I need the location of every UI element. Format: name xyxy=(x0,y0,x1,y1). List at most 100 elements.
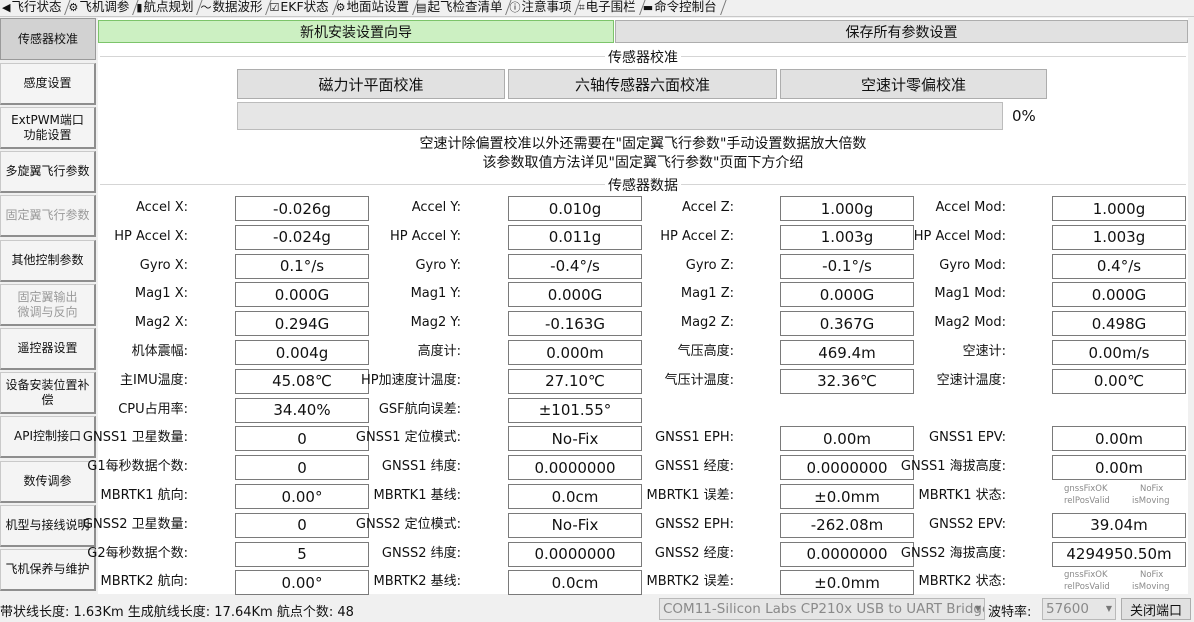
sensor-value: 0.000G xyxy=(1052,282,1186,308)
sensor-label: GNSS2 海拔高度: xyxy=(900,545,1006,561)
sensor-label: MBRTK2 航向: xyxy=(100,574,188,590)
rtk-flag-br: isMoving xyxy=(1132,496,1170,506)
checklist-icon: ☑ xyxy=(269,1,280,14)
terminal-icon: ▬ xyxy=(642,1,654,14)
sidebar-item-3[interactable]: 多旋翼飞行参数 xyxy=(0,151,96,193)
sensor-label: MBRTK1 航向: xyxy=(100,488,188,503)
sensor-label: G2每秒数据个数: xyxy=(87,545,188,561)
serial-port-value: COM11-Silicon Labs CP210x USB to UART Br… xyxy=(663,601,985,617)
sidebar-item-1[interactable]: 感度设置 xyxy=(0,63,96,105)
close-port-button[interactable]: 关闭端口 xyxy=(1121,598,1191,620)
setup-wizard-button[interactable]: 新机安装设置向导 xyxy=(98,20,614,43)
sensor-label: GSF航向误差: xyxy=(378,401,461,417)
fence-icon: ⌗ xyxy=(578,1,585,14)
tab-6[interactable]: ▤起飞检查清单 xyxy=(414,0,507,16)
sensor-label: GNSS2 经度: xyxy=(654,545,734,561)
settings-sidebar: 传感器校准 感度设置 ExtPWM端口 功能设置 多旋翼飞行参数 固定翼飞行参数 其他控制… xyxy=(0,18,96,594)
list-icon: ▤ xyxy=(416,1,427,14)
tab-9[interactable]: ▬命令控制台 xyxy=(641,0,722,16)
rtk-flag-bl: relPosValid xyxy=(1064,496,1110,506)
tab-label: 飞行状态 xyxy=(11,0,62,14)
sensor-label: Mag1 Z: xyxy=(680,286,734,302)
sensor-label: GNSS1 海拔高度: xyxy=(900,459,1006,475)
sensor-label: GNSS2 定位模式: xyxy=(355,516,461,532)
sensor-label: GNSS1 卫星数量: xyxy=(82,430,188,446)
tab-5[interactable]: ⚙地面站设置 xyxy=(334,0,414,16)
tab-label: 电子围栏 xyxy=(585,0,636,14)
sensor-label: HP Accel X: xyxy=(114,228,188,244)
six-axis-calibration-button[interactable]: 六轴传感器六面校准 xyxy=(508,69,777,99)
progress-percent: 0% xyxy=(1012,107,1036,125)
sensor-label: GNSS1 定位模式: xyxy=(355,430,461,446)
sensor-label: HP加速度计温度: xyxy=(361,372,461,388)
rtk-status-flags: gnssFixOK NoFix relPosValid isMoving xyxy=(1052,484,1186,509)
sensor-label: Mag2 Y: xyxy=(410,315,461,331)
sensor-label: Mag2 Mod: xyxy=(934,315,1006,331)
sidebar-item-2[interactable]: ExtPWM端口 功能设置 xyxy=(0,107,96,149)
tab-label: 数据波形 xyxy=(212,0,263,14)
sensor-value: 4294950.50m xyxy=(1052,541,1186,567)
sensor-value: 0.00m xyxy=(1052,455,1186,481)
serial-port-select[interactable]: COM11-Silicon Labs CP210x USB to UART Br… xyxy=(659,598,985,620)
sensor-calibration-panel: 新机安装设置向导 保存所有参数设置 传感器校准 磁力计平面校准 六轴传感器六面校… xyxy=(83,18,1188,596)
sensor-label: MBRTK2 基线: xyxy=(373,574,461,590)
sensor-label: GNSS1 纬度: xyxy=(381,459,461,475)
sidebar-item-label: 多旋翼飞行参数 xyxy=(5,164,90,178)
sensor-label: MBRTK1 误差: xyxy=(646,488,734,503)
rtk-status-flags: gnssFixOK NoFix relPosValid isMoving xyxy=(1052,570,1186,595)
arrow-icon: ◀ xyxy=(2,1,11,14)
sensor-label: Mag1 Mod: xyxy=(934,286,1006,302)
calibration-note-line2: 该参数取值方法详见"固定翼飞行参数"页面下方介绍 xyxy=(482,155,804,171)
sensor-label: 气压计温度: xyxy=(664,372,734,388)
sensor-value: 0.00m/s xyxy=(1052,340,1186,365)
sensor-label: Mag1 X: xyxy=(134,286,188,302)
rtk-flag-tr: NoFix xyxy=(1140,570,1164,581)
sensor-value: 1.000g xyxy=(1052,196,1186,221)
sensor-label: MBRTK2 状态: xyxy=(918,574,1006,590)
sensor-value: 0.00℃ xyxy=(1052,368,1186,394)
sensor-label: 机体震幅: xyxy=(131,344,188,359)
sensor-label: CPU占用率: xyxy=(118,401,188,417)
sidebar-item-label: 传感器校准 xyxy=(17,31,78,46)
info-icon: ⓘ xyxy=(509,1,521,14)
tab-4[interactable]: ☑EKF状态 xyxy=(267,0,333,16)
sensor-value: 0.00m xyxy=(1052,426,1186,452)
tab-1[interactable]: ⚙飞机调参 xyxy=(66,0,134,16)
calibration-note-line1: 空速计除偏置校准以外还需要在"固定翼飞行参数"手动设置数据放大倍数 xyxy=(419,136,867,152)
sensor-label: GNSS1 EPH: xyxy=(655,430,734,446)
save-all-params-button[interactable]: 保存所有参数设置 xyxy=(615,20,1188,43)
sensor-value: ±101.55° xyxy=(508,397,642,423)
sensor-label: HP Accel Mod: xyxy=(913,228,1006,244)
mag-plane-calibration-button[interactable]: 磁力计平面校准 xyxy=(237,69,505,99)
airspeed-zero-calibration-button[interactable]: 空速计零偏校准 xyxy=(780,69,1047,99)
tab-label: EKF状态 xyxy=(280,0,329,14)
tab-2[interactable]: ▮航点规划 xyxy=(134,0,198,16)
tab-7[interactable]: ⓘ注意事项 xyxy=(507,0,576,16)
sidebar-item-label: ExtPWM端口 功能设置 xyxy=(11,112,84,142)
rtk-flag-tr: NoFix xyxy=(1140,484,1164,494)
rtk-flag-br: isMoving xyxy=(1132,582,1170,593)
main-tabbar: ◀飞行状态 ⚙飞机调参 ▮航点规划 〜数据波形 ☑EKF状态 ⚙地面站设置 ▤起飞检查清单 ⓘ… xyxy=(0,0,1194,17)
tab-3[interactable]: 〜数据波形 xyxy=(198,0,267,16)
status-bar: 带状线长度: 1.63Km 生成航线长度: 17.64Km 航点个数: 48 C… xyxy=(0,596,1194,622)
chevron-down-icon: ▼ xyxy=(974,604,981,613)
book-icon: ▮ xyxy=(136,1,143,14)
sidebar-item-0[interactable]: 传感器校准 xyxy=(0,18,96,60)
sensor-label: GNSS2 卫星数量: xyxy=(82,516,188,532)
sensor-label: GNSS2 纬度: xyxy=(381,545,461,561)
rtk-flag-tl: gnssFixOK xyxy=(1064,570,1108,581)
wave-chart-icon: 〜 xyxy=(200,1,212,14)
sensor-group-title: 传感器数据 xyxy=(605,175,681,195)
sensor-label: 空速计温度: xyxy=(936,372,1006,388)
tab-label: 飞机调参 xyxy=(79,0,130,14)
sensor-label: MBRTK2 误差: xyxy=(646,574,734,590)
tab-0[interactable]: ◀飞行状态 xyxy=(0,0,66,16)
sensor-label: 高度计: xyxy=(417,344,461,359)
tab-8[interactable]: ⌗电子围栏 xyxy=(576,0,640,16)
tab-label: 命令控制台 xyxy=(654,0,717,14)
sensor-label: MBRTK1 基线: xyxy=(373,488,461,503)
sensor-label: HP Accel Z: xyxy=(660,228,734,244)
baud-rate-select[interactable]: 57600 ▼ xyxy=(1042,598,1116,620)
baud-rate-label: 波特率: xyxy=(988,605,1032,620)
sensor-label: Mag2 Z: xyxy=(680,315,734,331)
